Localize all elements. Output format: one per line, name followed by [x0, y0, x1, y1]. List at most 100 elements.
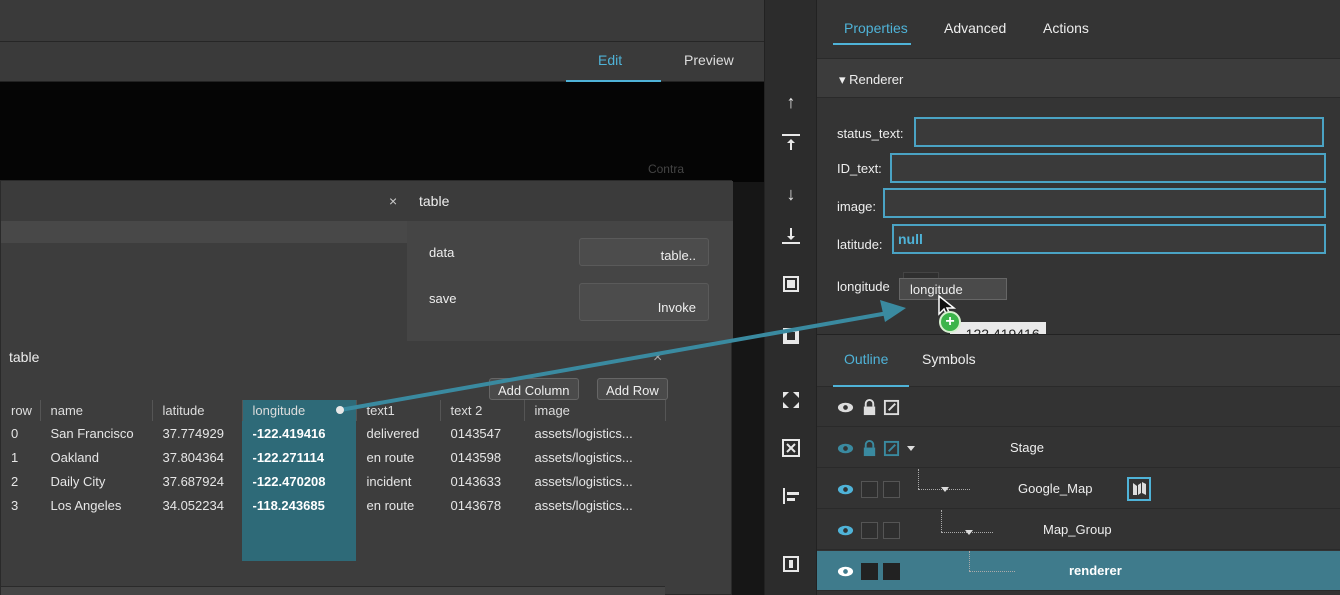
outline-node-renderer[interactable]: renderer — [817, 551, 1340, 591]
longitude-column-fill — [242, 517, 356, 561]
table-cell[interactable]: 2 — [1, 469, 40, 493]
table-cell[interactable]: 37.687924 — [152, 469, 242, 493]
expand-arrow-icon[interactable] — [907, 446, 915, 451]
table-row[interactable]: 2 Daily City 37.687924 -122.470208 incid… — [1, 469, 665, 493]
expand-arrow-icon[interactable] — [965, 530, 973, 535]
send-to-back-icon[interactable] — [777, 224, 805, 252]
edit-toggle[interactable] — [883, 522, 900, 539]
table-cell-longitude[interactable]: -122.419416 — [242, 421, 356, 445]
lock-toggle[interactable] — [861, 563, 878, 580]
table-row[interactable]: 3 Los Angeles 34.052234 -118.243685 en r… — [1, 493, 665, 517]
image-field[interactable] — [883, 188, 1326, 218]
grid-scrollbar[interactable] — [1, 586, 665, 595]
table-cell[interactable]: Oakland — [40, 445, 152, 469]
column-header-longitude[interactable]: longitude — [242, 400, 357, 421]
table-panel-header: × table — [1, 181, 733, 221]
table-cell[interactable]: 0143598 — [440, 445, 524, 469]
outline-label-map-group: Map_Group — [1043, 522, 1112, 537]
table-cell-longitude[interactable]: -122.470208 — [242, 469, 356, 493]
table-cell[interactable]: 3 — [1, 493, 40, 517]
id-text-field[interactable] — [890, 153, 1326, 183]
arrow-up-icon[interactable]: ↑ — [777, 88, 805, 116]
table-cell-longitude[interactable]: -118.243685 — [242, 493, 356, 517]
outline-node-google-map[interactable]: Google_Map — [817, 469, 1340, 509]
renderer-section-header[interactable]: ▾ Renderer — [817, 58, 1340, 98]
expand-icon[interactable] — [777, 388, 805, 416]
data-table-button[interactable]: table.. — [579, 238, 709, 266]
table-cell[interactable]: Daily City — [40, 469, 152, 493]
table-cell[interactable]: incident — [356, 469, 440, 493]
column-header-text2[interactable]: text 2 — [440, 400, 525, 421]
table-cell[interactable]: 0 — [1, 421, 40, 445]
expand-arrow-icon[interactable] — [941, 487, 949, 492]
tab-edit[interactable]: Edit — [598, 52, 622, 68]
lock-icon[interactable] — [861, 399, 878, 416]
close-box-icon[interactable] — [777, 436, 805, 464]
tab-outline[interactable]: Outline — [844, 351, 888, 367]
fit-frame-icon[interactable] — [777, 272, 805, 300]
lock-toggle[interactable] — [861, 522, 878, 539]
lock-icon[interactable] — [861, 440, 878, 457]
grid-close-icon[interactable]: × — [653, 349, 662, 367]
edit-toggle[interactable] — [883, 481, 900, 498]
invoke-button[interactable]: Invoke — [579, 283, 709, 321]
column-header-image[interactable]: image — [524, 400, 666, 421]
outline-label-google-map: Google_Map — [1018, 481, 1093, 496]
edit-icon[interactable] — [883, 399, 900, 416]
table-cell[interactable]: 37.804364 — [152, 445, 242, 469]
eye-icon[interactable] — [837, 563, 854, 580]
edit-icon[interactable] — [883, 440, 900, 457]
latitude-field[interactable]: null — [892, 224, 1326, 254]
scale-frame-icon[interactable] — [777, 324, 805, 352]
tab-preview[interactable]: Preview — [684, 52, 734, 68]
table-row[interactable]: 1 Oakland 37.804364 -122.271114 en route… — [1, 445, 665, 469]
tab-advanced[interactable]: Advanced — [944, 20, 1006, 36]
table-cell[interactable]: en route — [356, 493, 440, 517]
column-header-text1[interactable]: text1 — [356, 400, 441, 421]
column-header-row[interactable]: row — [1, 400, 41, 421]
eye-icon[interactable] — [837, 440, 854, 457]
add-row-button[interactable]: Add Row — [597, 378, 668, 400]
table-cell[interactable]: 0143678 — [440, 493, 524, 517]
edit-toggle[interactable] — [883, 563, 900, 580]
close-icon[interactable]: × — [389, 193, 397, 209]
outline-node-map-group[interactable]: Map_Group — [817, 510, 1340, 550]
panel-icon[interactable] — [777, 552, 805, 580]
table-cell[interactable]: assets/logistics... — [524, 493, 665, 517]
lock-toggle[interactable] — [861, 481, 878, 498]
table-cell[interactable]: 1 — [1, 445, 40, 469]
longitude-label: longitude — [837, 279, 890, 294]
column-header-latitude[interactable]: latitude — [152, 400, 243, 421]
table-cell[interactable]: San Francisco — [40, 421, 152, 445]
tab-symbols[interactable]: Symbols — [922, 351, 976, 367]
bring-to-front-icon[interactable] — [777, 130, 805, 158]
stage-canvas[interactable]: Contra — [0, 82, 764, 182]
eye-icon[interactable] — [837, 481, 854, 498]
tab-properties[interactable]: Properties — [844, 20, 908, 36]
column-header-name[interactable]: name — [40, 400, 153, 421]
table-cell[interactable]: assets/logistics... — [524, 469, 665, 493]
add-column-button[interactable]: Add Column — [489, 378, 579, 400]
table-cell[interactable]: en route — [356, 445, 440, 469]
table-cell[interactable]: 34.052234 — [152, 493, 242, 517]
status-text-field[interactable] — [914, 117, 1324, 147]
table-cell[interactable]: assets/logistics... — [524, 421, 665, 445]
outline-node-stage[interactable]: Stage — [817, 428, 1340, 468]
eye-icon[interactable] — [837, 399, 854, 416]
table-row[interactable]: 0 San Francisco 37.774929 -122.419416 de… — [1, 421, 665, 445]
table-cell[interactable]: Los Angeles — [40, 493, 152, 517]
outline-label-stage: Stage — [1010, 440, 1044, 455]
mode-bar: Edit Preview — [0, 42, 764, 82]
eye-icon[interactable] — [837, 522, 854, 539]
data-grid: row name latitude longitude text1 text 2… — [1, 400, 666, 561]
table-cell[interactable]: 0143633 — [440, 469, 524, 493]
arrow-down-icon[interactable]: ↓ — [777, 180, 805, 208]
table-cell[interactable]: assets/logistics... — [524, 445, 665, 469]
table-cell[interactable]: 0143547 — [440, 421, 524, 445]
editor-canvas-area: Edit Preview Contra × table data table..… — [0, 0, 764, 595]
tab-actions[interactable]: Actions — [1043, 20, 1089, 36]
table-cell[interactable]: 37.774929 — [152, 421, 242, 445]
table-cell[interactable]: delivered — [356, 421, 440, 445]
align-left-icon[interactable] — [777, 484, 805, 512]
table-cell-longitude[interactable]: -122.271114 — [242, 445, 356, 469]
